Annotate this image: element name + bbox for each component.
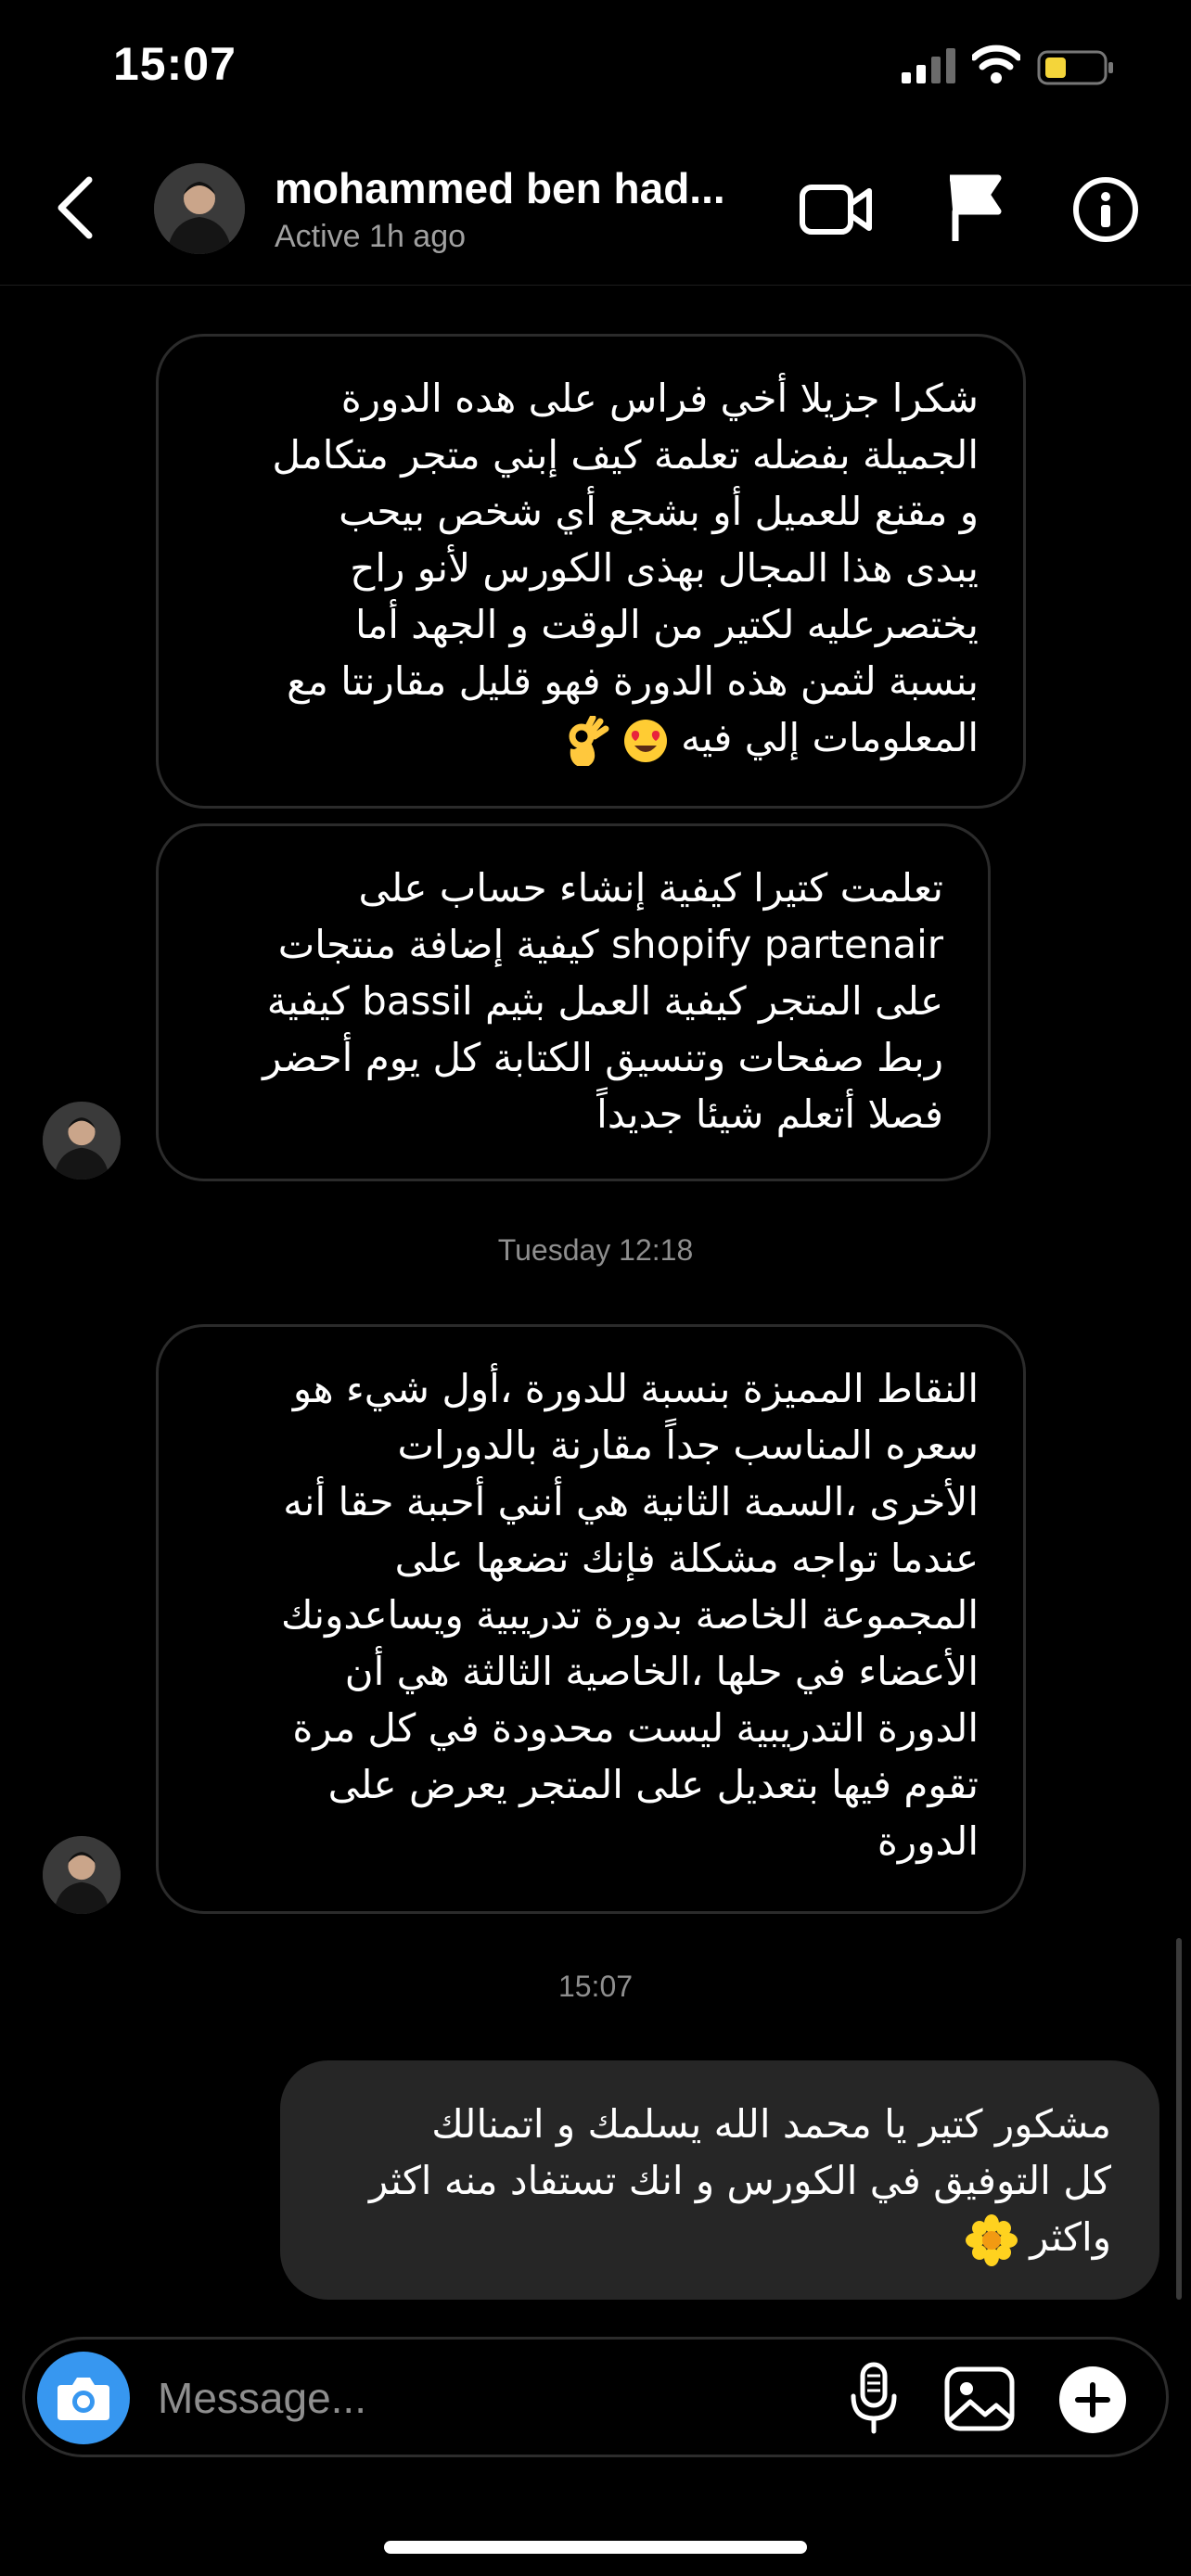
- message-line-text: واكثر: [1030, 2214, 1111, 2260]
- message-line: الأخرى ،السمة الثانية هي أنني أحببة حقا …: [283, 1479, 979, 1524]
- message-line: تقوم فيها بتعديل على المتجر يعرض على: [327, 1762, 979, 1807]
- message-line: shopify partenair كيفية إضافة منتجات: [277, 922, 943, 967]
- flag-icon[interactable]: [944, 172, 1004, 243]
- message-bubble-incoming[interactable]: تعلمت كتيرا كيفية إنشاء حساب على shopify…: [156, 823, 991, 1181]
- message-line: مشكور كتير يا محمد الله يسلمك و اتمنالك: [431, 2101, 1111, 2147]
- message-line: كل التوفيق في الكورس و انك تستفاد منه اك…: [368, 2158, 1111, 2203]
- scrollbar[interactable]: [1176, 1938, 1182, 2300]
- message-bubble-outgoing[interactable]: مشكور كتير يا محمد الله يسلمك و اتمنالك …: [280, 2060, 1159, 2300]
- blossom-emoji-icon: [965, 2213, 1018, 2266]
- message-line: يبدى هذا المجال بهذى الكورس لأنو راح: [350, 545, 979, 591]
- home-indicator[interactable]: [384, 2541, 807, 2554]
- message-line: المعلومات إلي فيه: [199, 709, 979, 766]
- message-bubble-incoming[interactable]: النقاط المميزة بنسبة للدورة ،أول شيء هو …: [156, 1324, 1026, 1914]
- battery-icon: [1037, 50, 1113, 85]
- wifi-icon: [972, 45, 1020, 83]
- message-line: الجميلة بفضله تعلمة كيف إبني متجر متكامل: [272, 432, 979, 478]
- message-line: يختصرعليه لكتير من الوقت و الجهد أما: [354, 602, 979, 647]
- message-line: عندما تواجه مشكلة فإنك تضعها على: [394, 1536, 979, 1581]
- message-line: النقاط المميزة بنسبة للدورة ،أول شيء هو: [292, 1366, 979, 1411]
- contact-active-status: Active 1h ago: [275, 219, 467, 254]
- message-line-text: المعلومات إلي فيه: [681, 715, 979, 760]
- cellular-signal-icon: [902, 48, 955, 83]
- contact-avatar[interactable]: [154, 163, 245, 254]
- status-time: 15:07: [113, 38, 237, 90]
- message-line: الدورة التدريبية ليست محدودة في كل مرة: [292, 1705, 979, 1751]
- message-line: المجموعة الخاصة بدورة تدريبية ويساعدونك: [281, 1592, 979, 1638]
- message-line: تعلمت كتيرا كيفية إنشاء حساب على: [358, 865, 943, 911]
- message-line: بنسبة لثمن هذه الدورة فهو قليل مقارنتا م…: [287, 658, 979, 704]
- message-input[interactable]: [156, 2366, 790, 2429]
- message-line: و مقنع للعميل أو بشجع أي شخص بيحب: [339, 489, 979, 534]
- camera-button[interactable]: [37, 2352, 130, 2444]
- message-line: سعره المناسب جداً مقارنة بالدورات: [397, 1422, 980, 1468]
- message-line: واكثر: [317, 2209, 1111, 2266]
- heart-eyes-emoji-icon: [623, 719, 667, 762]
- timestamp-divider: Tuesday 12:18: [497, 1233, 694, 1267]
- microphone-icon[interactable]: [846, 2361, 902, 2435]
- add-button[interactable]: [1059, 2366, 1126, 2433]
- message-line: الدورة: [877, 1818, 979, 1864]
- message-line: فصلا أتعلم شيئا جديداً: [596, 1091, 943, 1137]
- header-divider: [0, 285, 1191, 286]
- video-call-icon[interactable]: [800, 176, 872, 243]
- back-chevron-icon[interactable]: [52, 174, 100, 241]
- gallery-icon[interactable]: [944, 2366, 1015, 2431]
- message-line: ربط صفحات وتنسيق الكتابة كل يوم أحضر: [263, 1035, 943, 1080]
- sender-avatar[interactable]: [43, 1102, 121, 1180]
- camera-icon: [58, 2378, 109, 2420]
- plus-icon: [1075, 2382, 1110, 2417]
- message-bubble-incoming[interactable]: شكرا جزيلا أخي فراس على هده الدورة الجمي…: [156, 334, 1026, 809]
- ok-hand-emoji-icon: [569, 715, 609, 766]
- sender-avatar[interactable]: [43, 1836, 121, 1914]
- info-icon[interactable]: [1072, 176, 1139, 243]
- message-line: الأعضاء في حلها ،الخاصية الثالثة هي أن: [344, 1649, 979, 1694]
- timestamp-divider: 15:07: [557, 1970, 634, 2003]
- message-line: شكرا جزيلا أخي فراس على هده الدورة: [340, 376, 979, 421]
- contact-name[interactable]: mohammed ben had...: [275, 163, 725, 213]
- message-line: على المتجر كيفية العمل بثيم bassil كيفية: [266, 978, 943, 1024]
